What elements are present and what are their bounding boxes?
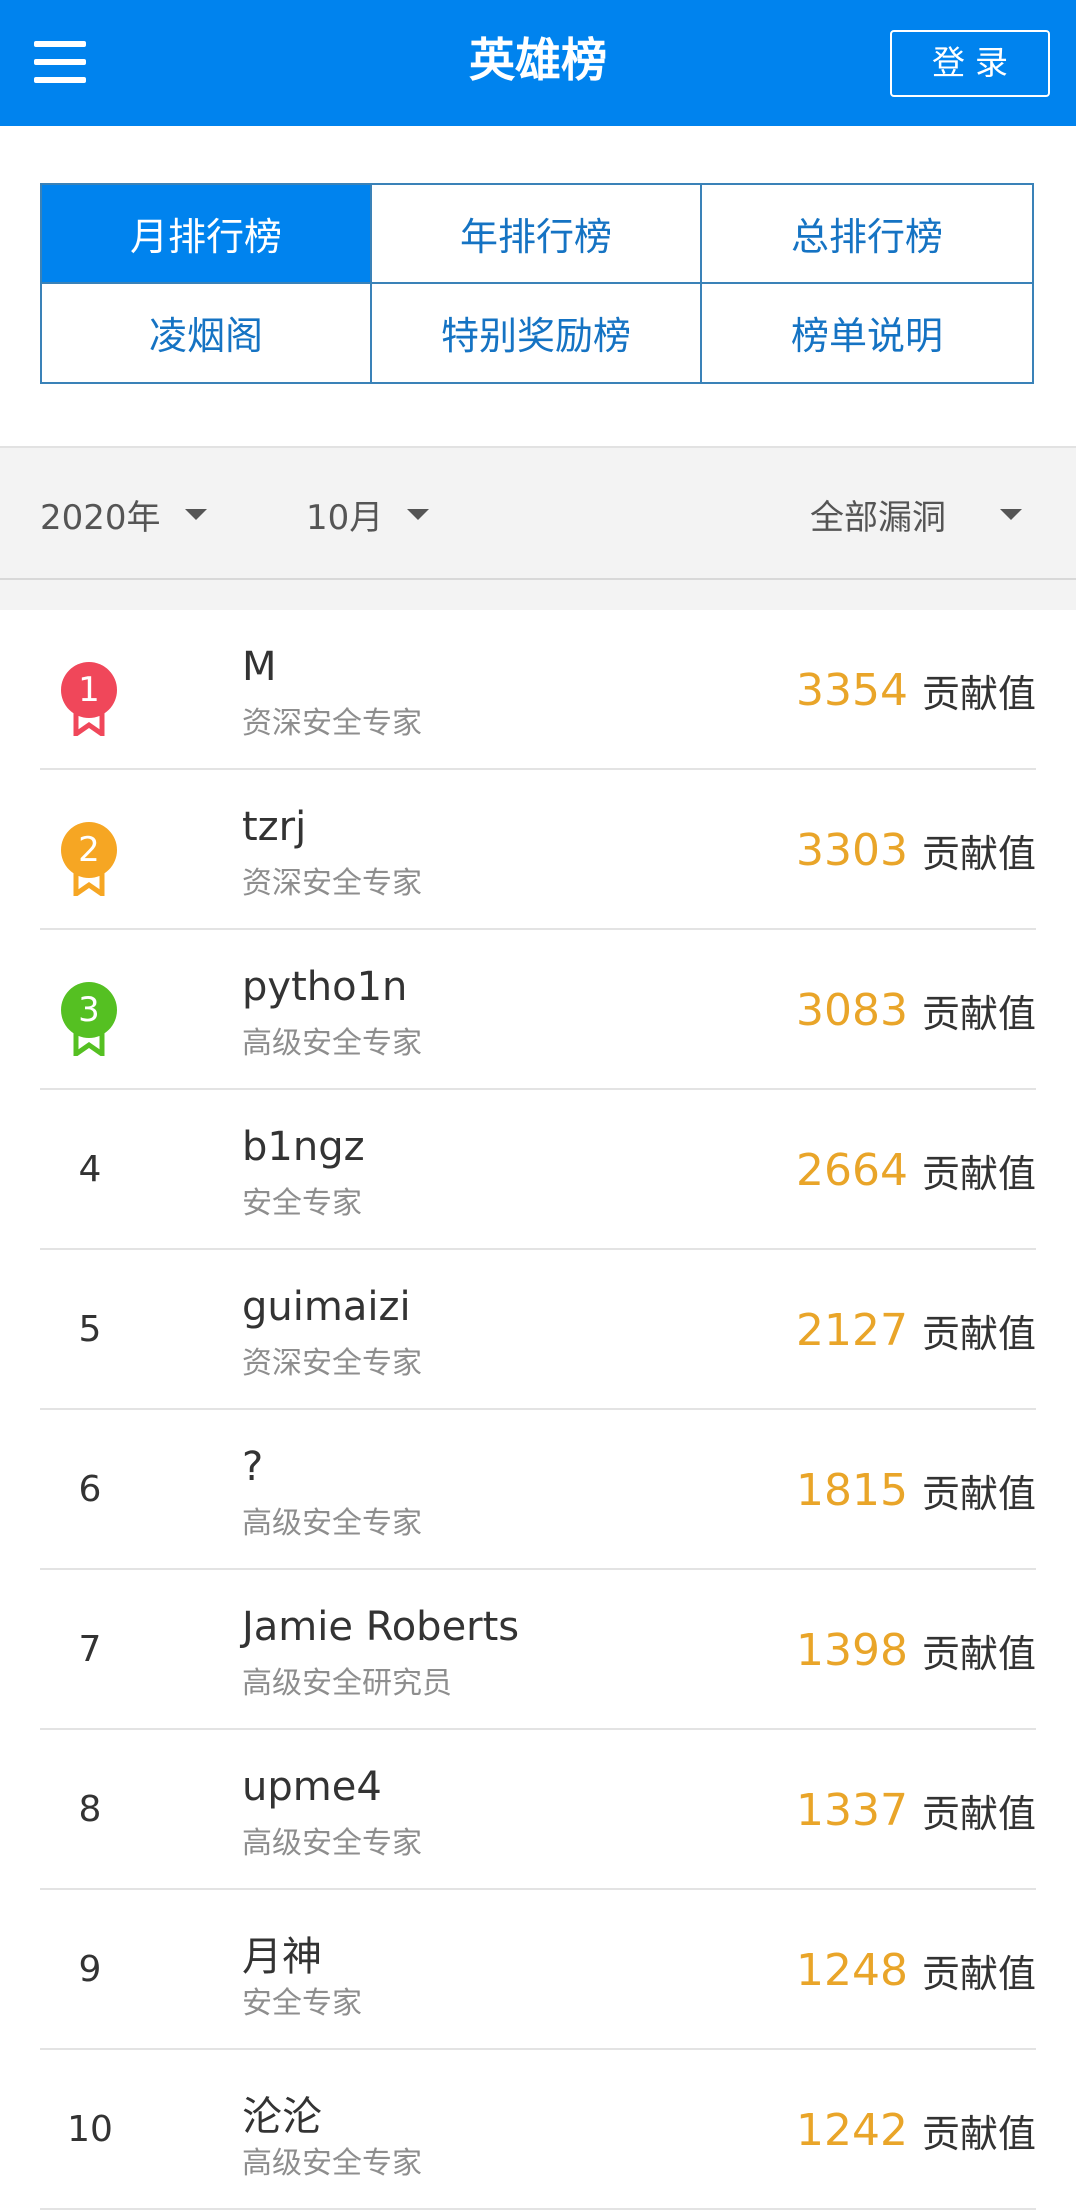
rank-medal-icon: 1 <box>61 662 117 744</box>
rank-number: 6 <box>78 1469 102 1510</box>
rank-number: 8 <box>78 1789 102 1830</box>
user-name[interactable]: pytho1n <box>242 964 407 1010</box>
tab-total-ranking[interactable]: 总排行榜 <box>702 185 1032 284</box>
user-name[interactable]: ? <box>242 1444 263 1490</box>
rank-number: 7 <box>78 1629 102 1670</box>
user-name[interactable]: 沦沦 <box>242 2084 322 2142</box>
user-title: 资深安全专家 <box>242 1346 422 1381</box>
user-title: 高级安全专家 <box>242 1026 422 1061</box>
score-value: 1337 <box>796 1784 908 1836</box>
score-value: 1398 <box>796 1624 908 1676</box>
score-value: 2127 <box>796 1304 908 1356</box>
month-select[interactable]: 10月 <box>306 448 430 580</box>
user-title: 高级安全研究员 <box>242 1666 452 1701</box>
user-name[interactable]: upme4 <box>242 1764 382 1810</box>
ribbon-icon <box>73 868 105 896</box>
score-value: 2664 <box>796 1144 908 1196</box>
rank-number: 9 <box>78 1949 102 1990</box>
ribbon-icon <box>73 1028 105 1056</box>
caret-down-icon <box>1000 508 1022 520</box>
score-unit: 贡献值 <box>921 1631 1036 1676</box>
leaderboard-row[interactable]: 7 Jamie Roberts 高级安全研究员 1398 贡献值 <box>40 1570 1036 1730</box>
score-value: 3354 <box>796 664 908 716</box>
rank-number: 5 <box>78 1309 102 1350</box>
user-title: 高级安全专家 <box>242 2146 422 2181</box>
score-value: 1815 <box>796 1464 908 1516</box>
contribution-score: 3354 贡献值 <box>796 610 1036 770</box>
user-name[interactable]: tzrj <box>242 804 306 850</box>
filter-bar: 2020年 10月 全部漏洞 <box>0 448 1076 580</box>
user-title: 安全专家 <box>242 1986 362 2021</box>
contribution-score: 2664 贡献值 <box>796 1090 1036 1250</box>
ranking-tabs: 月排行榜 年排行榜 总排行榜 凌烟阁 特别奖励榜 榜单说明 <box>40 183 1034 384</box>
user-name[interactable]: guimaizi <box>242 1284 411 1330</box>
user-title: 资深安全专家 <box>242 706 422 741</box>
contribution-score: 2127 贡献值 <box>796 1250 1036 1410</box>
contribution-score: 3083 贡献值 <box>796 930 1036 1090</box>
score-value: 1242 <box>796 2104 908 2156</box>
caret-down-icon <box>407 508 430 520</box>
tab-monthly-ranking[interactable]: 月排行榜 <box>42 185 372 284</box>
rank-number: 4 <box>78 1149 102 1190</box>
rank-number: 10 <box>67 2109 113 2150</box>
user-name[interactable]: b1ngz <box>242 1124 365 1170</box>
vulnerability-type-value: 全部漏洞 <box>810 497 946 538</box>
user-title: 安全专家 <box>242 1186 362 1221</box>
score-value: 3083 <box>796 984 908 1036</box>
ribbon-icon <box>73 708 105 736</box>
leaderboard-row[interactable]: 1 M 资深安全专家 3354 贡献值 <box>40 610 1036 770</box>
contribution-score: 1248 贡献值 <box>796 1890 1036 2050</box>
score-unit: 贡献值 <box>921 1471 1036 1516</box>
score-unit: 贡献值 <box>921 1311 1036 1356</box>
year-select[interactable]: 2020年 <box>40 448 207 580</box>
tab-ranking-description[interactable]: 榜单说明 <box>702 283 1032 382</box>
tab-lingyange[interactable]: 凌烟阁 <box>42 283 372 382</box>
contribution-score: 3303 贡献值 <box>796 770 1036 930</box>
login-button[interactable]: 登录 <box>890 30 1050 97</box>
leaderboard-row[interactable]: 10 沦沦高级安全专家 1242 贡献值 <box>40 2050 1036 2210</box>
score-unit: 贡献值 <box>921 1951 1036 1996</box>
score-unit: 贡献值 <box>921 1151 1036 1196</box>
leaderboard-row[interactable]: 4 b1ngz 安全专家 2664 贡献值 <box>40 1090 1036 1250</box>
user-title: 高级安全专家 <box>242 1506 422 1541</box>
user-title: 高级安全专家 <box>242 1826 422 1861</box>
user-name[interactable]: Jamie Roberts <box>242 1604 519 1650</box>
month-select-value: 10月 <box>306 497 384 538</box>
menu-icon[interactable] <box>34 37 86 87</box>
rank-medal-icon: 2 <box>61 822 117 904</box>
leaderboard-row[interactable]: 8 upme4 高级安全专家 1337 贡献值 <box>40 1730 1036 1890</box>
leaderboard-row[interactable]: 5 guimaizi 资深安全专家 2127 贡献值 <box>40 1250 1036 1410</box>
user-name[interactable]: 月神 <box>242 1924 322 1982</box>
score-value: 1248 <box>796 1944 908 1996</box>
score-unit: 贡献值 <box>921 671 1036 716</box>
leaderboard-row[interactable]: 3 pytho1n 高级安全专家 3083 贡献值 <box>40 930 1036 1090</box>
vulnerability-type-select[interactable]: 全部漏洞 <box>810 448 1022 580</box>
leaderboard-row[interactable]: 9 月神安全专家 1248 贡献值 <box>40 1890 1036 2050</box>
contribution-score: 1398 贡献值 <box>796 1570 1036 1730</box>
leaderboard-row[interactable]: 2 tzrj 资深安全专家 3303 贡献值 <box>40 770 1036 930</box>
caret-down-icon <box>184 508 207 520</box>
contribution-score: 1242 贡献值 <box>796 2050 1036 2210</box>
year-select-value: 2020年 <box>40 497 161 538</box>
leaderboard-row[interactable]: 6? 高级安全专家 1815 贡献值 <box>40 1410 1036 1570</box>
score-unit: 贡献值 <box>921 991 1036 1036</box>
leaderboard-list: 1 M 资深安全专家 3354 贡献值 2 tzrj 资深安全专家 3303 贡献值 3 pytho1… <box>0 610 1076 2210</box>
contribution-score: 1337 贡献值 <box>796 1730 1036 1890</box>
score-unit: 贡献值 <box>921 2111 1036 2156</box>
user-title: 资深安全专家 <box>242 866 422 901</box>
score-unit: 贡献值 <box>921 1791 1036 1836</box>
score-value: 3303 <box>796 824 908 876</box>
user-name[interactable]: M <box>242 644 277 690</box>
top-bar: 英雄榜 登录 <box>0 0 1076 126</box>
tab-special-reward[interactable]: 特别奖励榜 <box>372 283 702 382</box>
rank-medal-icon: 3 <box>61 982 117 1064</box>
score-unit: 贡献值 <box>921 831 1036 876</box>
contribution-score: 1815 贡献值 <box>796 1410 1036 1570</box>
tab-yearly-ranking[interactable]: 年排行榜 <box>372 185 702 284</box>
